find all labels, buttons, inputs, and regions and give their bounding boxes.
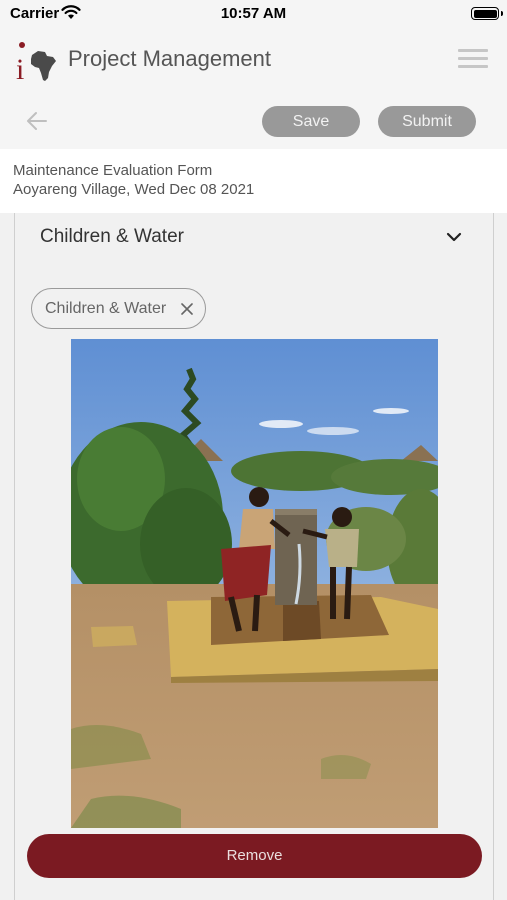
section-card: Children & Water Children & Water Remove xyxy=(14,213,494,900)
app-title: Project Management xyxy=(68,46,271,71)
battery-icon xyxy=(471,7,503,20)
back-arrow-icon[interactable] xyxy=(26,111,48,131)
submit-button[interactable]: Submit xyxy=(378,106,476,137)
logo-letter: i xyxy=(16,53,24,83)
tag-chip[interactable]: Children & Water xyxy=(31,288,206,329)
close-icon[interactable] xyxy=(181,303,193,315)
form-info: Maintenance Evaluation Form Aoyareng Vil… xyxy=(0,149,507,213)
children-water-photo xyxy=(71,339,438,828)
chevron-down-icon[interactable] xyxy=(446,231,462,243)
africa-logo-icon: i xyxy=(16,42,56,83)
app-header: i Project Management Save Submit xyxy=(0,27,507,149)
section-title: Children & Water xyxy=(40,226,184,247)
tag-chip-label: Children & Water xyxy=(45,300,167,317)
content-area: Children & Water Children & Water Remove xyxy=(0,213,507,900)
clock: 10:57 AM xyxy=(220,5,287,22)
status-bar: Carrier 10:57 AM xyxy=(0,0,507,27)
form-name: Maintenance Evaluation Form xyxy=(13,162,213,179)
hamburger-menu-icon[interactable] xyxy=(458,49,488,69)
form-location-date: Aoyareng Village, Wed Dec 08 2021 xyxy=(13,181,255,198)
remove-button[interactable]: Remove xyxy=(27,834,482,878)
save-button[interactable]: Save xyxy=(262,106,360,137)
